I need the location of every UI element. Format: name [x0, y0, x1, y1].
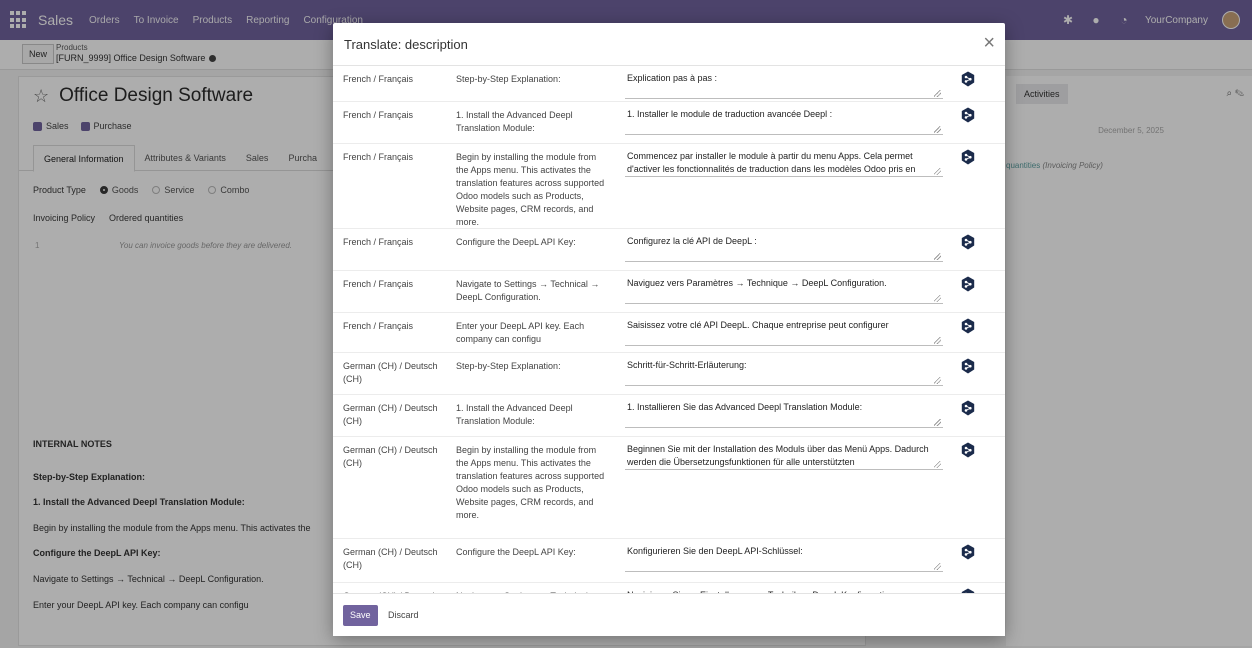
row-source-text: Step-by-Step Explanation: — [456, 74, 561, 84]
row-language: French / Français — [343, 110, 414, 120]
deepl-translate-icon[interactable] — [961, 107, 975, 123]
row-source-text: 1. Install the Advanced Deepl Translatio… — [456, 110, 573, 133]
row-source-text: Enter your DeepL API key. Each company c… — [456, 321, 585, 344]
row-translation-text: Configurez la clé API de DeepL : — [627, 236, 757, 246]
row-translation-text: Explication pas à pas : — [627, 73, 718, 83]
translation-list[interactable]: French / Français Step-by-Step Explanatio… — [333, 66, 1005, 615]
dialog-footer: Save Discard — [333, 593, 1005, 636]
resize-handle-icon[interactable] — [934, 295, 941, 302]
resize-handle-icon[interactable] — [934, 419, 941, 426]
translation-row: French / Français Enter your DeepL API ke… — [333, 313, 1005, 353]
row-translation-text: 1. Installieren Sie das Advanced Deepl T… — [627, 402, 863, 412]
row-translation-text: Naviguez vers Paramètres → Technique → D… — [627, 278, 887, 288]
translation-row: French / Français Configure the DeepL API… — [333, 229, 1005, 271]
row-source-text: Configure the DeepL API Key: — [456, 237, 576, 247]
resize-handle-icon[interactable] — [934, 253, 941, 260]
translation-row: French / Français 1. Install the Advanced… — [333, 102, 1005, 144]
deepl-translate-icon[interactable] — [961, 400, 975, 416]
dialog-title: Translate: description — [344, 37, 468, 52]
row-translation-text: Commencez par installer le module à part… — [627, 151, 916, 174]
row-language: German (CH) / Deutsch (CH) — [343, 403, 438, 426]
row-translation-text: Schritt-für-Schritt-Erläuterung: — [627, 360, 747, 370]
row-language: French / Français — [343, 74, 414, 84]
resize-handle-icon[interactable] — [934, 461, 941, 468]
row-language: German (CH) / Deutsch (CH) — [343, 445, 438, 468]
resize-handle-icon[interactable] — [934, 90, 941, 97]
row-source-text: 1. Install the Advanced Deepl Translatio… — [456, 403, 573, 426]
row-translation-input[interactable]: Configurez la clé API de DeepL : — [625, 232, 943, 262]
row-translation-input[interactable]: 1. Installieren Sie das Advanced Deepl T… — [625, 398, 943, 428]
row-source-text: Navigate to Settings → Technical → DeepL… — [456, 279, 600, 302]
row-source-text: Configure the DeepL API Key: — [456, 547, 576, 557]
close-icon[interactable]: × — [983, 33, 995, 53]
deepl-translate-icon[interactable] — [961, 71, 975, 87]
row-translation-text: Saisissez votre clé API DeepL. Chaque en… — [627, 320, 889, 330]
row-translation-input[interactable]: Commencez par installer le module à part… — [625, 147, 943, 177]
row-language: French / Français — [343, 279, 414, 289]
deepl-translate-icon[interactable] — [961, 358, 975, 374]
row-translation-input[interactable]: Saisissez votre clé API DeepL. Chaque en… — [625, 316, 943, 346]
translation-row: German (CH) / Deutsch (CH) 1. Install the… — [333, 395, 1005, 437]
translation-row: French / Français Step-by-Step Explanatio… — [333, 66, 1005, 102]
row-language: French / Français — [343, 152, 414, 162]
dialog-header: Translate: description × — [333, 23, 1005, 66]
resize-handle-icon[interactable] — [934, 168, 941, 175]
row-translation-text: Konfigurieren Sie den DeepL API-Schlüsse… — [627, 546, 803, 556]
resize-handle-icon[interactable] — [934, 337, 941, 344]
save-button[interactable]: Save — [343, 605, 378, 626]
translation-row: French / Français Begin by installing the… — [333, 144, 1005, 229]
resize-handle-icon[interactable] — [934, 126, 941, 133]
row-language: French / Français — [343, 321, 414, 331]
deepl-translate-icon[interactable] — [961, 544, 975, 560]
row-translation-input[interactable]: Schritt-für-Schritt-Erläuterung: — [625, 356, 943, 386]
row-source-text: Begin by installing the module from the … — [456, 445, 605, 520]
row-language: German (CH) / Deutsch (CH) — [343, 547, 438, 570]
resize-handle-icon[interactable] — [934, 377, 941, 384]
translation-row: French / Français Navigate to Settings → … — [333, 271, 1005, 313]
row-translation-text: Beginnen Sie mit der Installation des Mo… — [627, 444, 929, 467]
row-translation-input[interactable]: Naviguez vers Paramètres → Technique → D… — [625, 274, 943, 304]
discard-button[interactable]: Discard — [388, 605, 419, 626]
translation-row: German (CH) / Deutsch (CH) Step-by-Step E… — [333, 353, 1005, 395]
row-translation-text: 1. Installer le module de traduction ava… — [627, 109, 833, 119]
row-translation-input[interactable]: 1. Installer le module de traduction ava… — [625, 105, 943, 135]
row-language: German (CH) / Deutsch (CH) — [343, 361, 438, 384]
translate-dialog: Translate: description × French / França… — [333, 23, 1005, 636]
row-translation-input[interactable]: Explication pas à pas : — [625, 69, 943, 99]
translation-row: German (CH) / Deutsch (CH) Begin by insta… — [333, 437, 1005, 539]
row-translation-input[interactable]: Konfigurieren Sie den DeepL API-Schlüsse… — [625, 542, 943, 572]
row-source-text: Begin by installing the module from the … — [456, 152, 605, 227]
row-language: French / Français — [343, 237, 414, 247]
row-translation-input[interactable]: Beginnen Sie mit der Installation des Mo… — [625, 440, 943, 470]
deepl-translate-icon[interactable] — [961, 149, 975, 165]
translation-row: German (CH) / Deutsch (CH) Configure the … — [333, 539, 1005, 583]
deepl-translate-icon[interactable] — [961, 318, 975, 334]
deepl-translate-icon[interactable] — [961, 234, 975, 250]
deepl-translate-icon[interactable] — [961, 442, 975, 458]
row-source-text: Step-by-Step Explanation: — [456, 361, 561, 371]
resize-handle-icon[interactable] — [934, 563, 941, 570]
deepl-translate-icon[interactable] — [961, 276, 975, 292]
